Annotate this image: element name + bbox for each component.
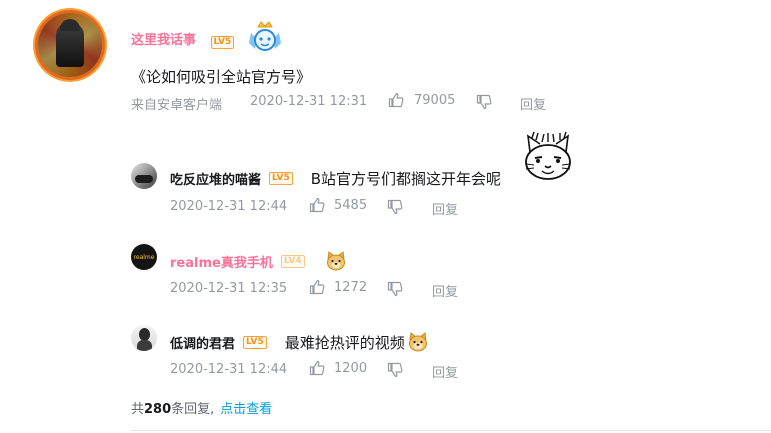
doge-emoji-icon [326,251,345,271]
main-comment-username[interactable]: 这里我话事 [131,33,196,48]
more-replies-suffix: 条回复, [171,402,215,417]
reply-username[interactable]: 吃反应堆的喵酱 [170,169,261,188]
more-replies: 共280条回复, 点击查看 [131,398,272,417]
main-comment-text: 《论如何吸引全站官方号》 [131,68,312,86]
reply-button[interactable]: 回复 [432,281,458,300]
main-comment-time: 2020-12-31 12:31 [250,94,368,109]
divider [131,430,771,431]
reply-avatar[interactable]: realme [131,244,157,270]
view-more-link[interactable]: 点击查看 [220,402,272,417]
reply-text: 最难抢热评的视频 [284,333,405,352]
thumbs-down-icon[interactable] [476,94,492,110]
like-count: 5485 [334,197,368,213]
reply-like-button[interactable]: 5485 [309,197,367,213]
reply-button[interactable]: 回复 [520,94,546,113]
reply-like-button[interactable]: 1272 [309,279,367,295]
level-badge: LV4 [280,254,305,268]
thumbs-up-icon [309,360,325,376]
like-count: 1272 [334,279,368,295]
reply-text: B站官方号们都搁这开年会呢 [310,170,502,188]
reply-header: realme真我手机 LV4 [170,250,347,272]
reply-count: 280 [144,402,172,417]
cat-sticker-icon [525,131,571,180]
reply-button[interactable]: 回复 [432,199,458,218]
more-replies-prefix: 共 [131,402,145,417]
main-comment-username-row: 这里我话事 LV5 [131,29,235,49]
reply-username[interactable]: realme真我手机 [170,252,273,271]
level-badge: LV5 [269,172,293,185]
thumbs-down-icon[interactable] [387,362,403,378]
main-comment-avatar[interactable] [38,13,102,77]
avatar-body [137,340,152,351]
main-like-button[interactable]: 79005 [388,92,455,108]
thumbs-up-icon [309,197,325,213]
reply-avatar[interactable] [131,325,157,351]
thumbs-up-icon [388,92,404,108]
reply-time: 2020-12-31 12:44 [170,362,288,377]
reply-time: 2020-12-31 12:35 [170,281,288,296]
reply-time: 2020-12-31 12:44 [170,199,288,214]
reply-header: 低调的君君 LV5 最难抢热评的视频 [170,331,429,353]
thumbs-up-icon [309,279,325,295]
avatar-shape [135,175,153,183]
reply-like-button[interactable]: 1200 [309,360,367,376]
thumbs-down-icon[interactable] [387,281,403,297]
reply-username[interactable]: 低调的君君 [170,333,235,352]
doge-emoji-icon [408,332,427,352]
reply-header: 吃反应堆的喵酱 LV5 B站官方号们都搁这开年会呢 [170,168,501,189]
level-badge: LV5 [243,335,267,349]
like-count: 79005 [414,92,456,108]
fan-medal-icon [249,21,281,51]
avatar-brand-text: realme [133,253,155,261]
comment-source: 来自安卓客户端 [131,98,223,113]
level-badge: LV5 [210,36,235,49]
reply-button[interactable]: 回复 [432,362,458,381]
thumbs-down-icon[interactable] [387,199,403,215]
like-count: 1200 [334,360,368,376]
reply-avatar[interactable] [131,163,157,189]
